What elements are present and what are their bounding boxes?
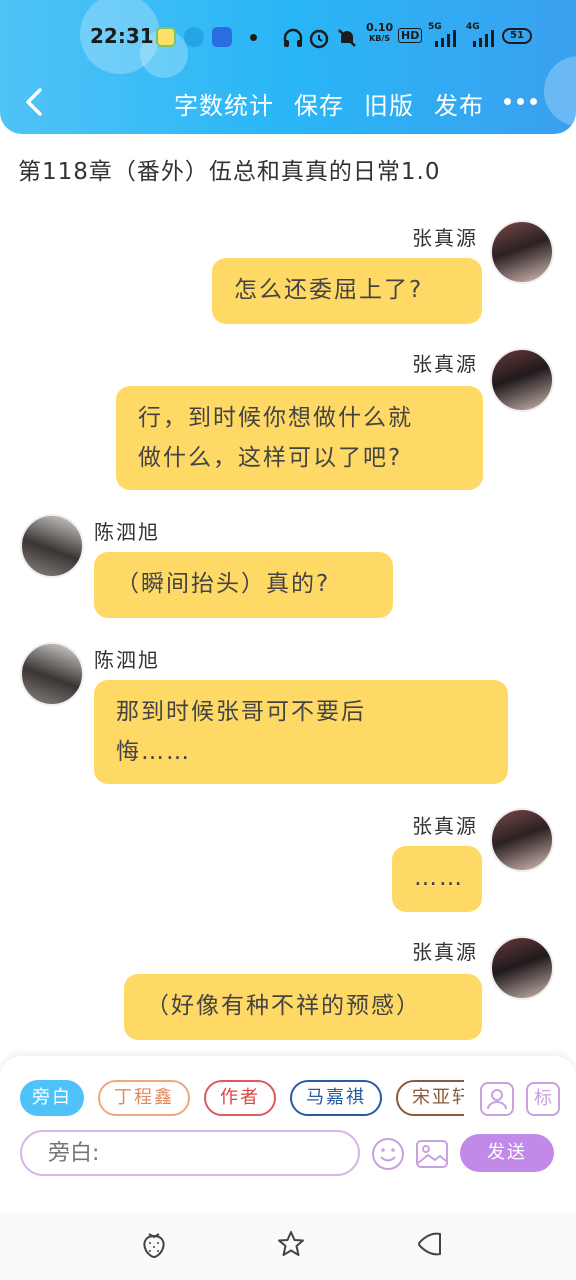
role-chip[interactable]: 丁程鑫 xyxy=(98,1080,190,1116)
person-icon xyxy=(487,1089,507,1110)
back-arrow-icon[interactable] xyxy=(18,82,50,122)
save-button[interactable]: 保存 xyxy=(294,86,344,121)
app-notification-icon xyxy=(156,27,176,47)
back-triangle-icon[interactable] xyxy=(414,1228,446,1260)
image-icon[interactable] xyxy=(414,1136,450,1172)
speaker-name: 陈泗旭 xyxy=(94,520,160,544)
speaker-name: 陈泗旭 xyxy=(94,648,160,672)
speaker-name: 张真源 xyxy=(412,814,478,838)
nav-bar: 字数统计 保存 旧版 发布 xyxy=(0,76,576,128)
message-text-line: 行，到时候你想做什么就 xyxy=(138,405,413,431)
message-bubble[interactable]: 那到时候张哥可不要后 悔…… xyxy=(94,680,508,784)
message-text-line: 那到时候张哥可不要后 xyxy=(116,699,366,725)
avatar[interactable] xyxy=(490,220,554,284)
role-chip-bar[interactable]: 旁白 丁程鑫 作者 马嘉祺 宋亚轩 xyxy=(20,1080,464,1120)
avatar[interactable] xyxy=(20,642,84,706)
battery-icon: 51 xyxy=(502,28,532,44)
avatar[interactable] xyxy=(490,348,554,412)
tag-label: 标 xyxy=(534,1088,552,1109)
app-header: 22:31 0.10 KB/S HD 5G 4G 51 字数统计 保存 旧版 发… xyxy=(0,0,576,134)
tag-button[interactable]: 标 xyxy=(526,1082,560,1116)
avatar[interactable] xyxy=(20,514,84,578)
network-speed-unit: KB/S xyxy=(369,34,391,43)
more-notifications-dot xyxy=(250,34,257,41)
status-time: 22:31 xyxy=(90,24,154,48)
role-manage-icon[interactable] xyxy=(480,1082,514,1116)
emoji-icon[interactable] xyxy=(370,1136,406,1172)
chapter-title[interactable]: 第118章（番外）伍总和真真的日常1.0 xyxy=(18,152,440,186)
status-bar: 22:31 0.10 KB/S HD 5G 4G 51 xyxy=(0,18,576,58)
star-icon[interactable] xyxy=(275,1228,307,1260)
message-bubble[interactable]: …… xyxy=(392,846,482,912)
speaker-name: 张真源 xyxy=(412,352,478,376)
send-button[interactable]: 发送 xyxy=(460,1134,554,1172)
message-input-wrapper[interactable] xyxy=(20,1130,360,1176)
message-text: （瞬间抬头）真的? xyxy=(116,571,331,597)
avatar[interactable] xyxy=(490,936,554,1000)
network-speed-value: 0.10 xyxy=(366,21,394,34)
baidu-icon xyxy=(212,27,232,47)
alarm-icon xyxy=(309,29,329,49)
more-dot xyxy=(504,98,511,105)
avatar[interactable] xyxy=(490,808,554,872)
hd-badge: HD xyxy=(398,28,423,43)
message-bubble[interactable]: （好像有种不祥的预感） xyxy=(124,974,482,1040)
message-text: 怎么还委屈上了? xyxy=(234,277,424,303)
message-bubble[interactable]: （瞬间抬头）真的? xyxy=(94,552,393,618)
mute-icon xyxy=(338,29,356,47)
role-chip[interactable]: 宋亚轩 xyxy=(396,1080,464,1116)
system-nav-bar xyxy=(0,1212,576,1280)
message-text-line: 悔…… xyxy=(116,739,191,765)
message-bubble[interactable]: 怎么还委屈上了? xyxy=(212,258,482,324)
word-count-button[interactable]: 字数统计 xyxy=(174,86,274,121)
role-chip-narrator[interactable]: 旁白 xyxy=(20,1080,84,1116)
compose-panel: 旁白 丁程鑫 作者 马嘉祺 宋亚轩 标 发送 xyxy=(0,1056,576,1212)
headphones-icon xyxy=(283,28,303,47)
strawberry-icon[interactable] xyxy=(138,1228,170,1260)
role-chip-author[interactable]: 作者 xyxy=(204,1080,276,1116)
speaker-name: 张真源 xyxy=(412,940,478,964)
old-version-button[interactable]: 旧版 xyxy=(364,86,414,121)
qq-icon xyxy=(184,27,204,47)
signal-5g-icon xyxy=(435,30,456,47)
network-speed: 0.10 KB/S xyxy=(366,22,393,44)
battery-level: 51 xyxy=(510,30,524,41)
more-dot xyxy=(530,98,537,105)
message-text: （好像有种不祥的预感） xyxy=(146,993,421,1019)
speaker-name: 张真源 xyxy=(412,226,478,250)
message-text: …… xyxy=(414,865,464,891)
message-input[interactable] xyxy=(22,1132,358,1174)
message-text-line: 做什么，这样可以了吧? xyxy=(138,445,403,471)
publish-button[interactable]: 发布 xyxy=(434,86,484,121)
signal-4g-icon xyxy=(473,30,494,47)
role-chip[interactable]: 马嘉祺 xyxy=(290,1080,382,1116)
more-dot xyxy=(517,98,524,105)
more-options-icon[interactable] xyxy=(504,98,540,108)
message-bubble[interactable]: 行，到时候你想做什么就 做什么，这样可以了吧? xyxy=(116,386,483,490)
